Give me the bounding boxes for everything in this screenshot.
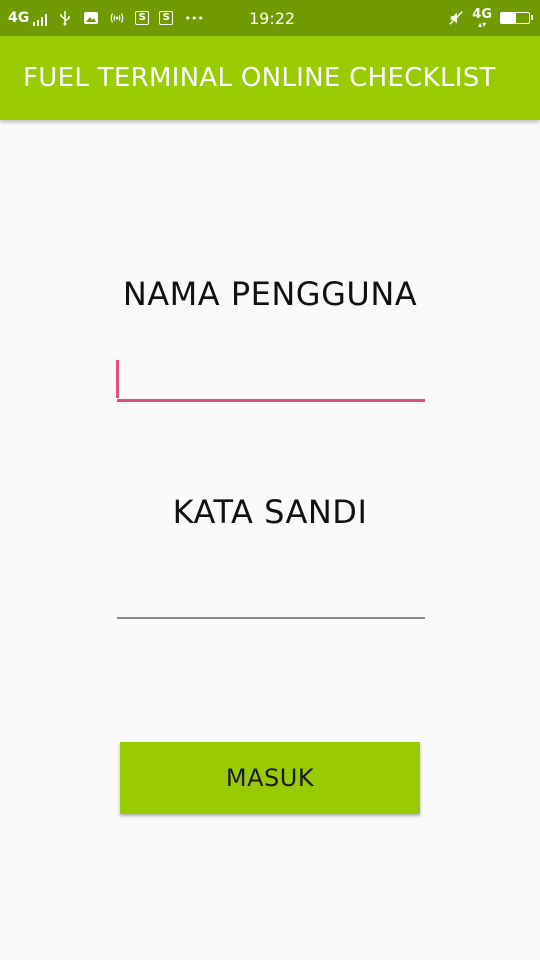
username-label: NAMA PENGGUNA	[122, 275, 418, 313]
s-app-icon: S	[159, 11, 174, 25]
status-time: 19:22	[249, 8, 296, 28]
text-cursor	[116, 360, 119, 398]
hotspot-icon	[109, 10, 125, 26]
image-icon	[83, 10, 99, 26]
data-arrows-icon: ▴▾	[478, 19, 487, 29]
usb-icon	[57, 10, 73, 26]
more-dots-icon: •••	[184, 11, 204, 25]
s-app-icon: S	[135, 11, 150, 25]
signal-bars-icon	[33, 14, 48, 26]
mute-icon	[448, 10, 464, 26]
username-input[interactable]	[117, 358, 425, 402]
status-bar-right: 4G ▴▾	[448, 0, 533, 36]
network-indicator: 4G	[8, 10, 48, 26]
password-label: KATA SANDI	[172, 493, 368, 531]
app-bar: FUEL TERMINAL ONLINE CHECKLIST	[0, 36, 540, 120]
network-type-left: 4G	[8, 10, 30, 26]
status-bar-left: 4G S S •••	[8, 0, 205, 36]
app-title: FUEL TERMINAL ONLINE CHECKLIST	[23, 63, 496, 93]
status-bar: 4G S S ••• 19:22 4G ▴▾	[0, 0, 540, 36]
login-button[interactable]: MASUK	[120, 742, 420, 814]
password-input[interactable]	[117, 575, 425, 619]
battery-icon	[500, 12, 533, 24]
network-type-right-indicator: 4G ▴▾	[472, 8, 492, 29]
battery-level	[501, 13, 517, 23]
network-type-right: 4G	[472, 6, 492, 22]
